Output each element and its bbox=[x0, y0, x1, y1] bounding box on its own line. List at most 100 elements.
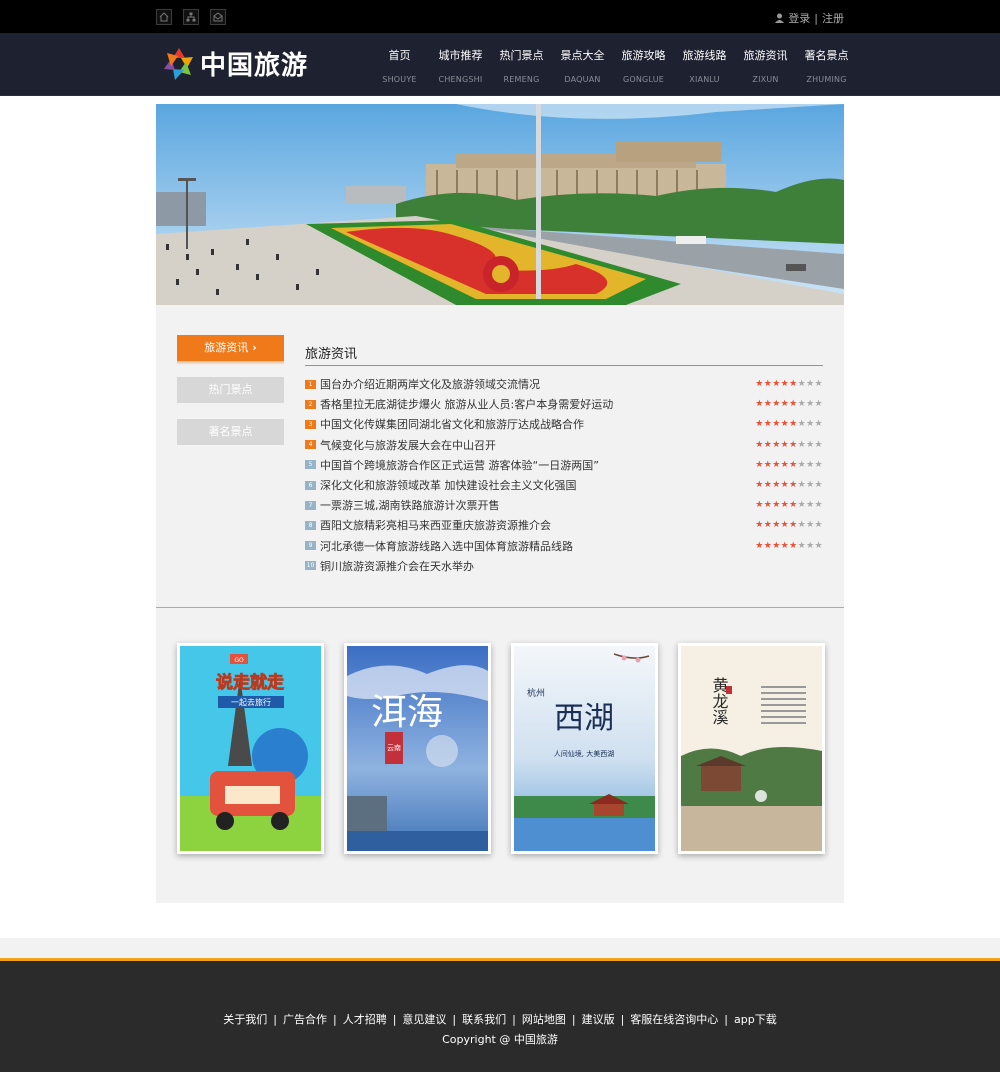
nav-sublabel: DAQUAN bbox=[564, 75, 601, 84]
banner-square-image bbox=[156, 104, 844, 305]
star-icon: ★ bbox=[763, 540, 773, 551]
news-item[interactable]: 4 气候变化与旅游发展大会在中山召开 ★★★★★★★★ bbox=[305, 435, 823, 455]
top-icons bbox=[156, 9, 226, 25]
footer-link[interactable]: app下载 bbox=[734, 1013, 777, 1026]
poster-travel[interactable]: GO 说走就走 一起去旅行 bbox=[177, 643, 324, 854]
sidebar-item-news[interactable]: 旅游资讯 › bbox=[177, 335, 284, 365]
star-icon: ★ bbox=[806, 379, 815, 390]
news-title: 香格里拉无底湖徒步爆火 旅游从业人员:客户本身需爱好运动 bbox=[320, 398, 614, 412]
news-item[interactable]: 1 国台办介绍近期两岸文化及旅游领域交流情况 ★★★★★★★★ bbox=[305, 374, 823, 394]
sidebar-item-famous[interactable]: 著名景点 bbox=[177, 419, 284, 445]
star-icon: ★ bbox=[797, 379, 807, 390]
nav-item-news[interactable]: 旅游资讯 ZIXUN bbox=[735, 33, 796, 84]
news-rank-badge: 8 bbox=[305, 520, 316, 530]
star-icon: ★ bbox=[780, 419, 790, 430]
news-rank-badge: 3 bbox=[305, 419, 316, 429]
news-item[interactable]: 8 酉阳文旅精彩亮相马来西亚重庆旅游资源推介会 ★★★★★★★★ bbox=[305, 515, 823, 535]
home-icon[interactable] bbox=[156, 9, 172, 25]
news-item[interactable]: 5 中国首个跨境旅游合作区正式运营 游客体验“一日游两国” ★★★★★★★★ bbox=[305, 455, 823, 475]
news-rank-badge: 4 bbox=[305, 440, 316, 450]
nav-item-famous[interactable]: 著名景点 ZHUMING bbox=[796, 33, 857, 84]
news-item[interactable]: 10 铜川旅游资源推介会在天水举办 bbox=[305, 556, 823, 576]
nav-label: 旅游线路 bbox=[682, 49, 727, 62]
news-rank-badge: 7 bbox=[305, 500, 316, 510]
register-link[interactable]: 注册 bbox=[822, 10, 844, 26]
news-item[interactable]: 6 深化文化和旅游领域改革 加快建设社会主义文化强国 ★★★★★★★★ bbox=[305, 475, 823, 495]
poster-xihu[interactable]: 西湖 杭州 人间仙境, 大美西湖 bbox=[511, 643, 658, 854]
sidebar-item-label: 热门景点 bbox=[208, 383, 253, 396]
footer-link[interactable]: 意见建议 bbox=[402, 1013, 446, 1026]
star-icon: ★ bbox=[755, 459, 764, 470]
news-section: 旅游资讯 1 国台办介绍近期两岸文化及旅游领域交流情况 ★★★★★★★★ 2 香格里拉无… bbox=[305, 343, 823, 576]
nav-sublabel: ZIXUN bbox=[752, 75, 779, 84]
star-icon: ★ bbox=[772, 540, 781, 551]
nav-label: 旅游攻略 bbox=[621, 49, 666, 62]
footer-separator: | bbox=[571, 1013, 576, 1026]
footer-link[interactable]: 建议版 bbox=[582, 1013, 615, 1026]
footer-separator: | bbox=[332, 1013, 337, 1026]
star-icon: ★ bbox=[763, 419, 773, 430]
news-title: 酉阳文旅精彩亮相马来西亚重庆旅游资源推介会 bbox=[320, 519, 551, 533]
poster-subtitle: 杭州 bbox=[527, 687, 545, 699]
sitemap-icon[interactable] bbox=[183, 9, 199, 25]
footer-link[interactable]: 关于我们 bbox=[223, 1013, 267, 1026]
poster-slogan: 人间仙境, 大美西湖 bbox=[554, 749, 614, 758]
section-title: 旅游资讯 bbox=[305, 347, 358, 362]
star-icon: ★ bbox=[806, 480, 815, 491]
section-divider bbox=[156, 607, 844, 608]
footer-separator: | bbox=[512, 1013, 516, 1026]
star-icon: ★ bbox=[772, 500, 781, 511]
star-icon: ★ bbox=[806, 459, 815, 470]
news-item[interactable]: 9 河北承德一体育旅游线路入选中国体育旅游精品线路 ★★★★★★★★ bbox=[305, 536, 823, 556]
star-icon: ★ bbox=[797, 439, 807, 450]
star-icon: ★ bbox=[814, 500, 823, 511]
star-icon: ★ bbox=[772, 480, 781, 491]
star-icon: ★ bbox=[780, 379, 790, 390]
star-icon: ★ bbox=[789, 379, 798, 390]
star-icon: ★ bbox=[789, 480, 798, 491]
footer-link[interactable]: 客服在线咨询中心 bbox=[630, 1013, 718, 1026]
mail-icon[interactable] bbox=[210, 9, 226, 25]
star-icon: ★ bbox=[772, 520, 781, 531]
sidebar-item-hot[interactable]: 热门景点 bbox=[177, 377, 284, 403]
star-icon: ★ bbox=[814, 540, 823, 551]
nav-item-all[interactable]: 景点大全 DAQUAN bbox=[552, 33, 613, 84]
star-icon: ★ bbox=[780, 500, 790, 511]
news-rank-badge: 2 bbox=[305, 399, 316, 409]
footer-link[interactable]: 人才招聘 bbox=[343, 1013, 387, 1026]
footer-link[interactable]: 网站地图 bbox=[522, 1013, 566, 1026]
nav-item-routes[interactable]: 旅游线路 XIANLU bbox=[674, 33, 735, 84]
news-title: 中国文化传媒集团同湖北省文化和旅游厅达成战略合作 bbox=[320, 418, 584, 432]
footer-links: 关于我们 | 广告合作 | 人才招聘 | 意见建议 | 联系我们 | 网站地图 | 建议版 | 客服在线咨询… bbox=[0, 1011, 1000, 1027]
footer-spacer bbox=[0, 938, 1000, 958]
footer-separator: | bbox=[452, 1013, 457, 1026]
nav-sublabel: CHENGSHI bbox=[438, 75, 483, 84]
footer-link[interactable]: 联系我们 bbox=[462, 1013, 506, 1026]
star-icon: ★ bbox=[797, 540, 807, 551]
poster-erhai[interactable]: 洱海 云南 bbox=[344, 643, 491, 854]
star-icon: ★ bbox=[806, 399, 815, 410]
sidebar-item-label: 著名景点 bbox=[208, 425, 253, 438]
star-icon: ★ bbox=[772, 399, 781, 410]
news-item[interactable]: 2 香格里拉无底湖徒步爆火 旅游从业人员:客户本身需爱好运动 ★★★★★★★★ bbox=[305, 394, 823, 414]
footer-link[interactable]: 广告合作 bbox=[283, 1013, 327, 1026]
news-item[interactable]: 3 中国文化传媒集团同湖北省文化和旅游厅达成战略合作 ★★★★★★★★ bbox=[305, 414, 823, 434]
nav-item-guide[interactable]: 旅游攻略 GONGLUE bbox=[613, 33, 674, 84]
sidebar: 旅游资讯 › 热门景点 著名景点 bbox=[177, 335, 284, 461]
chevron-right-icon: › bbox=[252, 341, 257, 354]
nav-item-city[interactable]: 城市推荐 CHENGSHI bbox=[430, 33, 491, 84]
star-icon: ★ bbox=[797, 419, 807, 430]
news-rank-badge: 5 bbox=[305, 460, 316, 470]
rating-stars: ★★★★★★★★ bbox=[741, 440, 823, 450]
nav-item-hot[interactable]: 热门景点 REMENG bbox=[491, 33, 552, 84]
news-title: 气候变化与旅游发展大会在中山召开 bbox=[320, 438, 496, 452]
news-item[interactable]: 7 一票游三城,湖南铁路旅游计次票开售 ★★★★★★★★ bbox=[305, 495, 823, 515]
content-area: 旅游资讯 › 热门景点 著名景点 旅游资讯 1 国台办介绍近期两岸文化及旅游领域交流… bbox=[156, 305, 844, 903]
nav-item-home[interactable]: 首页 SHOUYE bbox=[369, 33, 430, 84]
login-link[interactable]: 登录 bbox=[788, 10, 810, 26]
poster-huanglongxi[interactable]: 黄龙溪 bbox=[678, 643, 825, 854]
star-icon: ★ bbox=[806, 540, 815, 551]
news-list: 1 国台办介绍近期两岸文化及旅游领域交流情况 ★★★★★★★★ 2 香格里拉无底湖徒步爆… bbox=[305, 374, 823, 576]
nav-label: 城市推荐 bbox=[438, 49, 483, 62]
site-logo[interactable]: 中国旅游 bbox=[162, 45, 308, 82]
